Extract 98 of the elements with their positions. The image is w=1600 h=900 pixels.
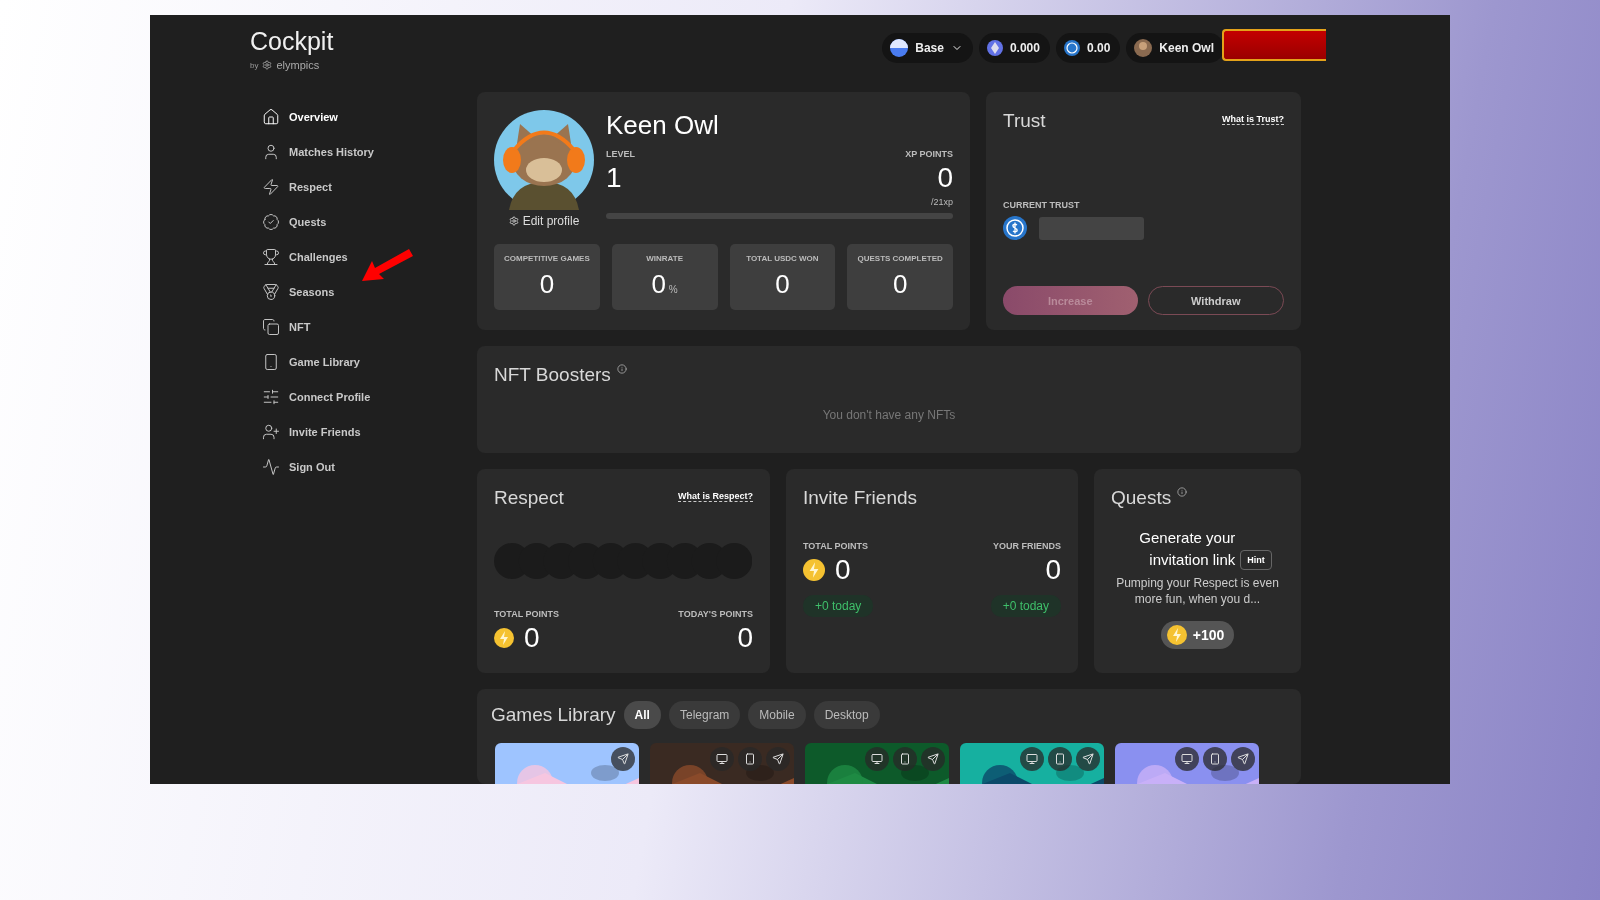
network-selector[interactable]: Base (882, 33, 973, 63)
todays-points-label: TODAY'S POINTS (678, 609, 753, 619)
app-logo: Cockpit (250, 27, 335, 55)
edit-profile-link[interactable]: Edit profile (508, 214, 580, 228)
send-icon (927, 753, 939, 765)
balance-pill: 0.000 (978, 33, 1050, 63)
filter-chip[interactable]: Telegram (668, 701, 741, 729)
stat-label: WINRATE (646, 254, 683, 263)
nav-item[interactable]: Sign Out (262, 456, 335, 477)
person-icon (262, 142, 280, 161)
copy-icon (262, 317, 280, 336)
filter-chip[interactable]: All (623, 701, 661, 729)
coin-icon (494, 628, 514, 648)
stat-value: 0 (775, 269, 790, 300)
nav-item[interactable]: Game Library (262, 351, 360, 372)
nav-item[interactable]: Overview (262, 106, 338, 127)
phone-icon (1209, 753, 1221, 765)
balance-pill: 0.00 (1055, 33, 1121, 63)
total-points-value: 0 (835, 554, 851, 586)
phone-icon (899, 753, 911, 765)
quest-description: Pumping your Respect is even more fun, when you d... (1115, 575, 1280, 607)
nav-item[interactable]: Invite Friends (262, 421, 361, 442)
monitor-icon (1026, 753, 1038, 765)
globe-icon (890, 39, 909, 57)
coin-icon (803, 559, 825, 581)
nav-item[interactable]: Seasons (262, 281, 335, 302)
monitor-icon (1181, 753, 1193, 765)
today-tag: +0 today (803, 595, 874, 617)
byline: by (250, 60, 259, 70)
stat-label: TOTAL USDC WON (746, 254, 819, 263)
todays-points-value: 0 (737, 622, 753, 654)
company-logo-icon (262, 60, 273, 70)
pulse-icon (262, 457, 280, 476)
ethereum-icon (986, 40, 1003, 56)
xp-value: 0 (937, 162, 953, 194)
stat-label: QUESTS COMPLETED (857, 254, 943, 263)
company-name: elympics (276, 59, 320, 71)
medal-icon (262, 282, 280, 301)
xp-goal: /21xp (930, 197, 953, 207)
add-user-icon (262, 422, 280, 441)
nav-item[interactable]: Matches History (262, 141, 374, 162)
lightning-icon (262, 177, 280, 196)
total-points-value: 0 (524, 622, 540, 654)
quest-title: Generate your invitation link (1138, 528, 1236, 570)
sliders-icon (262, 387, 280, 406)
stat-value: 0% (651, 269, 678, 300)
help-link[interactable]: What is Trust? (1222, 114, 1284, 125)
hint-button[interactable]: Hint (1240, 550, 1272, 570)
info-icon[interactable] (1177, 487, 1188, 497)
coin-icon (1166, 625, 1187, 645)
user-menu[interactable]: Keen Owl (1126, 33, 1224, 63)
help-link[interactable]: What is Respect? (678, 491, 753, 502)
reward-badge: +100 (1160, 621, 1235, 649)
home-icon (262, 107, 280, 126)
avatar-icon (1134, 39, 1153, 57)
nav-item[interactable]: Quests (262, 211, 327, 232)
annotation-arrow (362, 247, 414, 283)
send-icon (1237, 753, 1249, 765)
nav-item[interactable]: Challenges (262, 246, 348, 267)
today-tag: +0 today (990, 595, 1061, 617)
filter-chip[interactable]: Mobile (748, 701, 806, 729)
monitor-icon (716, 753, 728, 765)
card-title: Invite Friends (803, 487, 919, 509)
send-icon (617, 753, 629, 765)
total-points-label: TOTAL POINTS (803, 541, 868, 551)
trophy-icon (262, 247, 280, 266)
phone-icon (744, 753, 756, 765)
level-label: LEVEL (606, 149, 635, 159)
level-value: 1 (606, 162, 622, 194)
send-icon (1082, 753, 1094, 765)
filter-chip[interactable]: Desktop (813, 701, 880, 729)
xp-label: XP POINTS (905, 149, 953, 159)
card-title: Games Library (491, 704, 616, 726)
badge-icon (262, 212, 280, 231)
settings-icon (508, 216, 519, 226)
send-icon (772, 753, 784, 765)
card-title: Quests (1111, 487, 1172, 509)
nav-item[interactable]: Respect (262, 176, 332, 197)
total-points-label: TOTAL POINTS (494, 609, 559, 619)
player-name: Keen Owl (606, 110, 720, 141)
your-friends-label: YOUR FRIENDS (993, 541, 1061, 551)
phone-icon (1054, 753, 1066, 765)
card-title: Respect (494, 487, 564, 509)
phone-icon (262, 352, 280, 371)
stat-value: 0 (539, 269, 555, 300)
dollar-coin-icon (1063, 40, 1080, 56)
info-icon[interactable] (616, 364, 627, 374)
current-trust-label: CURRENT TRUST (1003, 200, 1080, 210)
card-title: NFT Boosters (494, 364, 611, 386)
stat-value: 0 (892, 269, 908, 300)
nav-item[interactable]: Connect Profile (262, 386, 371, 407)
empty-message: You don't have any NFTs (821, 408, 957, 422)
friends-count: 0 (1045, 554, 1061, 586)
monitor-icon (871, 753, 883, 765)
card-title: Trust (1003, 110, 1046, 132)
nav-item[interactable]: NFT (262, 316, 311, 337)
dollar-coin-icon (1003, 216, 1027, 240)
stat-label: COMPETITIVE GAMES (503, 254, 590, 263)
